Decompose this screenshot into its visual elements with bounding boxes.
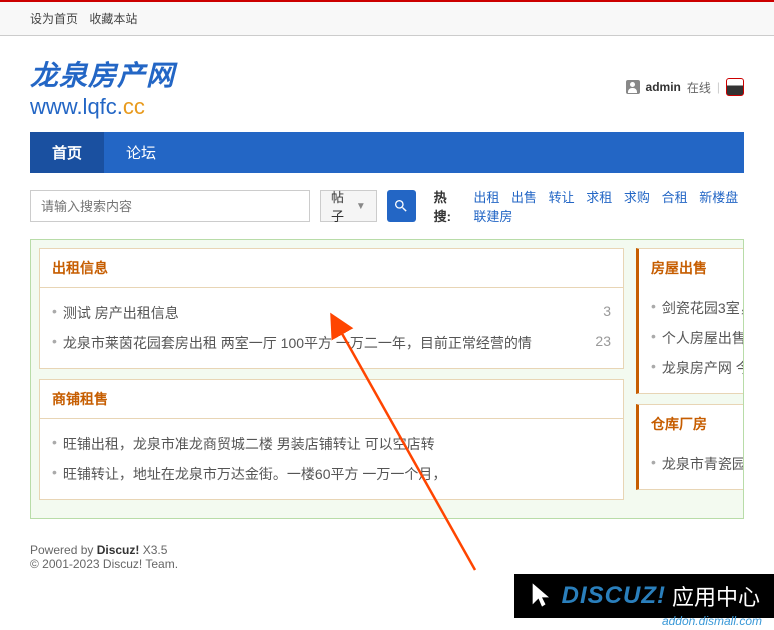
bullet-icon: •: [651, 358, 656, 378]
promo-brand: DISCUZ!: [562, 582, 666, 610]
item-link[interactable]: 龙泉市莱茵花园套房出租 两室一厅 100平方 一万二一年，目前正常经营的情: [63, 333, 586, 353]
content-area: 出租信息 • 测试 房产出租信息 3 • 龙泉市莱茵花园套房出租 两室一厅 10…: [30, 239, 744, 519]
bullet-icon: •: [651, 454, 656, 474]
list-item: • 龙泉房产网 今天: [651, 353, 744, 383]
promo-cn-text: 应用中心: [672, 580, 760, 612]
cursor-icon: [528, 581, 556, 612]
hot-link[interactable]: 转让: [549, 190, 575, 205]
set-homepage-link[interactable]: 设为首页: [30, 12, 78, 26]
search-type-select[interactable]: 帖子 ▼: [320, 190, 377, 222]
username-link[interactable]: admin: [646, 80, 681, 94]
shop-section: 商铺租售 • 旺铺出租，龙泉市准龙商贸城二楼 男装店铺转让 可以空店转 • 旺铺…: [39, 379, 624, 500]
hot-link[interactable]: 求租: [586, 190, 612, 205]
qq-icon[interactable]: [726, 78, 744, 96]
bullet-icon: •: [651, 298, 656, 318]
warehouse-section: 仓库厂房 • 龙泉市青瓷园区，: [636, 404, 744, 490]
hot-link[interactable]: 出售: [511, 190, 537, 205]
logo-title: 龙泉房产网: [30, 54, 175, 94]
hot-link[interactable]: 求购: [624, 190, 650, 205]
hot-link[interactable]: 联建房: [473, 209, 512, 224]
section-title[interactable]: 商铺租售: [40, 380, 623, 419]
online-status: 在线: [687, 79, 711, 96]
section-title[interactable]: 房屋出售: [639, 249, 744, 287]
list-item: • 龙泉市青瓷园区，: [651, 449, 744, 479]
list-item: • 旺铺出租，龙泉市准龙商贸城二楼 男装店铺转让 可以空店转: [52, 429, 611, 459]
nav-home[interactable]: 首页: [30, 132, 104, 173]
nav-forum[interactable]: 论坛: [104, 132, 178, 173]
hot-links: 出租 出售 转让 求租 求购 合租 新楼盘 联建房: [469, 187, 744, 225]
item-count: 23: [595, 333, 611, 353]
hot-search-label: 热搜:: [434, 187, 460, 225]
item-link[interactable]: 旺铺出租，龙泉市准龙商贸城二楼 男装店铺转让 可以空店转: [63, 434, 611, 454]
hot-link[interactable]: 合租: [662, 190, 688, 205]
user-icon: [626, 80, 640, 94]
section-title[interactable]: 出租信息: [40, 249, 623, 288]
bullet-icon: •: [52, 434, 57, 454]
rent-section: 出租信息 • 测试 房产出租信息 3 • 龙泉市莱茵花园套房出租 两室一厅 10…: [39, 248, 624, 369]
item-link[interactable]: 剑瓷花园3室，2: [662, 298, 744, 318]
search-bar: 帖子 ▼ 热搜: 出租 出售 转让 求租 求购 合租 新楼盘 联建房: [30, 173, 744, 239]
favorite-site-link[interactable]: 收藏本站: [89, 12, 137, 26]
section-title[interactable]: 仓库厂房: [639, 405, 744, 443]
bullet-icon: •: [52, 333, 57, 353]
promo-url: addon.dismall.com: [662, 614, 762, 628]
item-link[interactable]: 旺铺转让，地址在龙泉市万达金街。一楼60平方 一万一个月，: [63, 464, 611, 484]
item-link[interactable]: 龙泉房产网 今天: [662, 358, 744, 378]
logo-url: www.lqfc.cc: [30, 94, 175, 120]
hot-link[interactable]: 出租: [473, 190, 499, 205]
list-item: • 龙泉市莱茵花园套房出租 两室一厅 100平方 一万二一年，目前正常经营的情 …: [52, 328, 611, 358]
search-icon: [393, 198, 409, 214]
chevron-down-icon: ▼: [356, 201, 366, 212]
search-input[interactable]: [30, 190, 310, 222]
item-link[interactable]: 龙泉市青瓷园区，: [662, 454, 744, 474]
item-link[interactable]: 个人房屋出售，: [662, 328, 744, 348]
main-nav: 首页 论坛: [30, 132, 744, 173]
bullet-icon: •: [52, 303, 57, 323]
list-item: • 剑瓷花园3室，2: [651, 293, 744, 323]
user-info: admin 在线 |: [626, 78, 744, 96]
promo-banner[interactable]: DISCUZ! 应用中心: [514, 574, 774, 618]
site-logo[interactable]: 龙泉房产网 www.lqfc.cc: [30, 54, 175, 120]
discuz-brand[interactable]: Discuz!: [97, 543, 140, 557]
hot-link[interactable]: 新楼盘: [699, 190, 738, 205]
item-link[interactable]: 测试 房产出租信息: [63, 303, 593, 323]
list-item: • 测试 房产出租信息 3: [52, 298, 611, 328]
sale-section: 房屋出售 • 剑瓷花园3室，2 • 个人房屋出售， • 龙泉房产网 今天: [636, 248, 744, 394]
top-toolbar: 设为首页 收藏本站: [0, 2, 774, 36]
bullet-icon: •: [651, 328, 656, 348]
list-item: • 旺铺转让，地址在龙泉市万达金街。一楼60平方 一万一个月，: [52, 459, 611, 489]
item-count: 3: [603, 303, 611, 323]
list-item: • 个人房屋出售，: [651, 323, 744, 353]
bullet-icon: •: [52, 464, 57, 484]
search-button[interactable]: [387, 190, 416, 222]
copyright: © 2001-2023 Discuz! Team.: [30, 557, 744, 571]
